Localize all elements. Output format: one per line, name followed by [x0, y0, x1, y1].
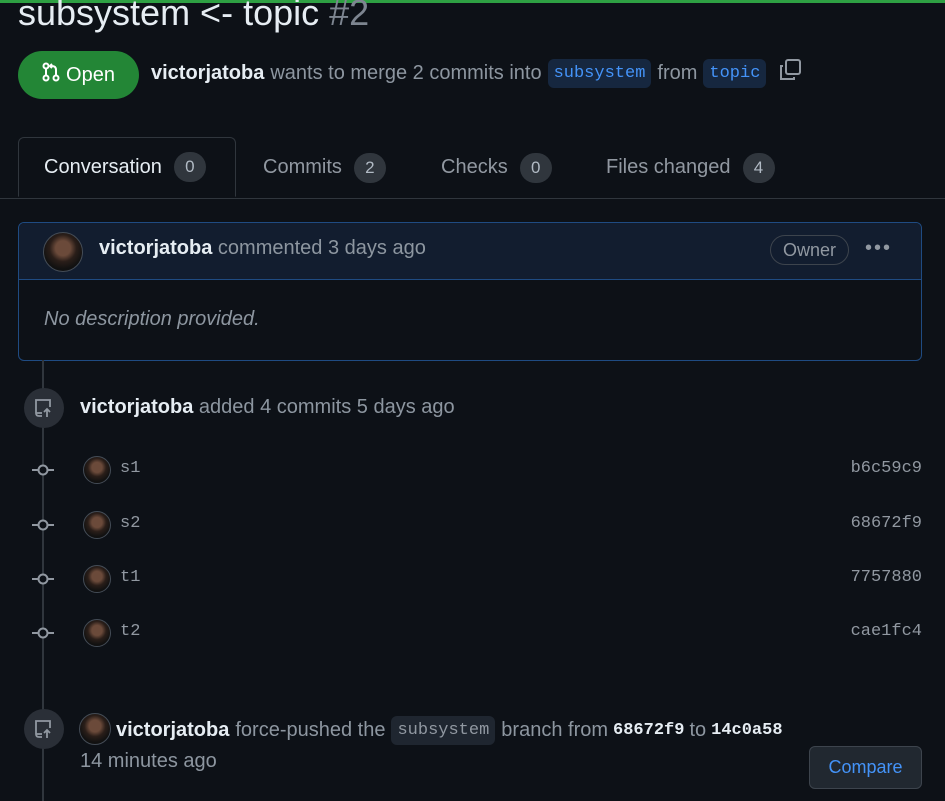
event-text: to: [689, 719, 707, 741]
avatar[interactable]: [43, 232, 83, 272]
event-text: added 4 commits 5 days ago: [198, 396, 455, 418]
git-pull-request-icon: [42, 62, 60, 88]
from-sha[interactable]: 68672f9: [613, 721, 684, 740]
avatar[interactable]: [83, 511, 111, 539]
tab-label: Conversation: [44, 155, 162, 178]
status-label: Open: [66, 63, 115, 86]
comment-author[interactable]: victorjatoba: [99, 237, 212, 259]
avatar[interactable]: [83, 456, 111, 484]
compare-button[interactable]: Compare: [809, 746, 922, 789]
tab-label: Files changed: [606, 156, 731, 178]
tab-label: Checks: [441, 156, 508, 178]
event-author[interactable]: victorjatoba: [80, 396, 193, 418]
status-badge-open: Open: [18, 51, 139, 99]
commit-message[interactable]: s2: [120, 514, 140, 533]
tab-count: 2: [353, 152, 386, 183]
from-text: from: [657, 61, 698, 84]
tab-count: 4: [742, 152, 775, 183]
tab-checks[interactable]: Checks 0: [441, 137, 552, 198]
commit-message[interactable]: t2: [120, 622, 140, 641]
git-commit-icon: [32, 572, 54, 591]
copy-icon[interactable]: [778, 58, 802, 88]
owner-badge: Owner: [770, 235, 850, 265]
merge-text: wants to merge 2 commits into: [270, 61, 542, 84]
pr-title: subsystem <- topic: [18, 0, 320, 33]
avatar[interactable]: [83, 619, 111, 647]
repo-push-icon: [24, 388, 64, 428]
tab-label: Commits: [263, 156, 342, 178]
avatar[interactable]: [83, 565, 111, 593]
event-author[interactable]: victorjatoba: [116, 719, 229, 742]
commit-message[interactable]: s1: [120, 459, 140, 478]
event-text: branch from: [501, 719, 609, 741]
tab-conversation[interactable]: Conversation 0: [18, 137, 236, 197]
list-item: s2 68672f9: [0, 505, 945, 545]
comment-meta: victorjatoba commented 3 days ago: [99, 237, 426, 260]
comment-box: victorjatoba commented 3 days ago Owner …: [18, 222, 922, 361]
pr-meta: victorjatoba wants to merge 2 commits in…: [151, 58, 802, 88]
tab-commits[interactable]: Commits 2: [263, 137, 386, 198]
commit-sha[interactable]: 68672f9: [851, 514, 922, 533]
head-branch[interactable]: topic: [703, 58, 767, 88]
force-push-event: victorjatoba force-pushed the subsystem …: [116, 716, 788, 745]
pr-number: #2: [329, 0, 370, 33]
commit-sha[interactable]: b6c59c9: [851, 459, 922, 478]
list-item: t2 cae1fc4: [0, 613, 945, 653]
repo-push-icon: [24, 709, 64, 749]
event-time[interactable]: 14 minutes ago: [80, 750, 217, 773]
commit-message[interactable]: t1: [120, 568, 140, 587]
pr-tabs: Conversation 0 Commits 2 Checks 0 Files …: [0, 137, 945, 199]
list-item: s1 b6c59c9: [0, 450, 945, 490]
commits-event: victorjatoba added 4 commits 5 days ago: [80, 396, 455, 419]
comment-body: No description provided.: [44, 308, 260, 330]
commit-sha[interactable]: 7757880: [851, 568, 922, 587]
comment-header: victorjatoba commented 3 days ago Owner …: [19, 223, 921, 280]
tab-files-changed[interactable]: Files changed 4: [606, 137, 775, 198]
kebab-horizontal-icon[interactable]: •••: [865, 237, 892, 260]
page-title: subsystem <- topic #2: [18, 0, 369, 34]
list-item: t1 7757880: [0, 559, 945, 599]
pr-author-link[interactable]: victorjatoba: [151, 62, 264, 85]
event-text: force-pushed the: [235, 719, 386, 741]
git-commit-icon: [32, 463, 54, 482]
commit-sha[interactable]: cae1fc4: [851, 622, 922, 641]
tab-count: 0: [519, 152, 552, 183]
git-commit-icon: [32, 518, 54, 537]
tab-count: 0: [173, 152, 206, 182]
to-sha[interactable]: 14c0a58: [711, 721, 782, 740]
base-branch[interactable]: subsystem: [547, 58, 652, 88]
git-commit-icon: [32, 626, 54, 645]
pushed-branch[interactable]: subsystem: [391, 716, 496, 745]
avatar[interactable]: [79, 713, 111, 745]
comment-action: commented 3 days ago: [217, 237, 426, 259]
